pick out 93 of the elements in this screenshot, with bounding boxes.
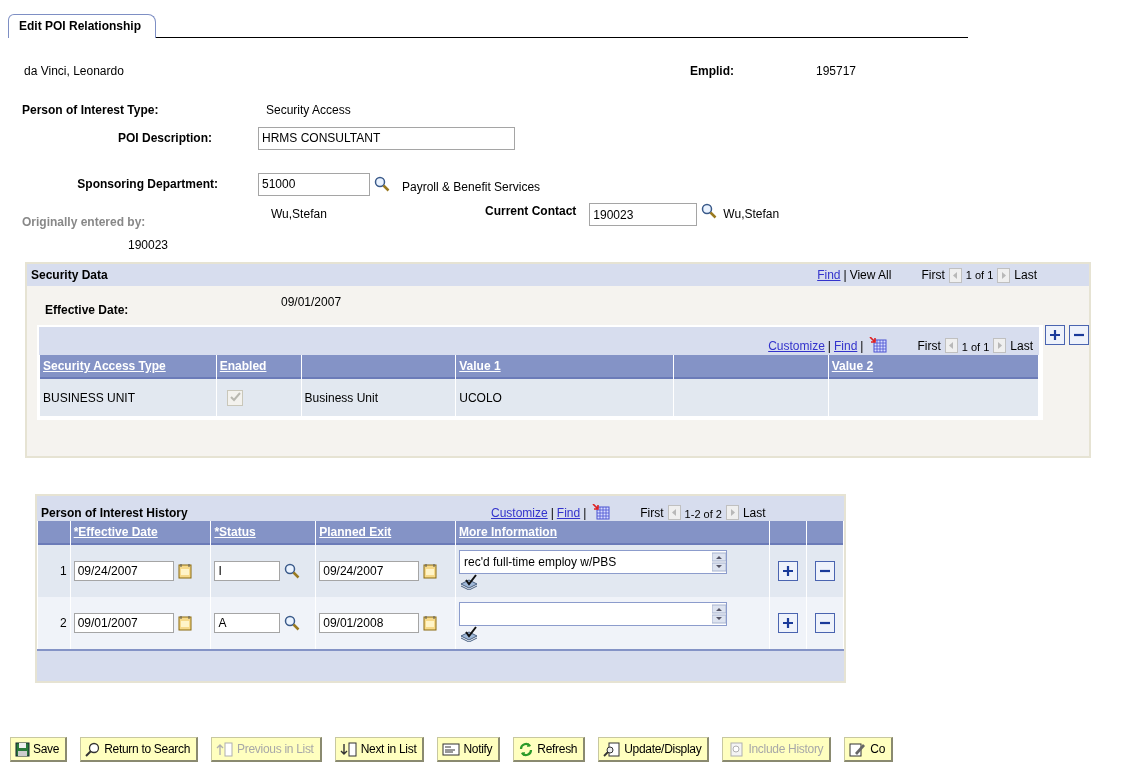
plus-icon (782, 565, 795, 577)
calendar-icon[interactable] (423, 563, 438, 579)
search-icon[interactable] (284, 615, 301, 631)
field-label: Sponsoring Department: (76, 177, 218, 191)
delete-row-button[interactable] (815, 561, 836, 581)
search-icon[interactable] (284, 563, 301, 579)
calendar-icon[interactable] (177, 563, 192, 579)
customize-link[interactable]: Customize (768, 339, 825, 353)
magnifier-icon (85, 741, 102, 757)
magnifier-page-icon (603, 741, 622, 757)
view-all-label: View All (849, 268, 892, 282)
scroll-arrows-icon[interactable] (712, 604, 726, 624)
search-icon[interactable] (374, 176, 390, 192)
toolbar-button[interactable]: Notify (437, 737, 501, 762)
page-tab[interactable]: Edit POI Relationship (8, 14, 156, 38)
separator: | (843, 268, 847, 282)
field-label: Effective Date: (45, 303, 130, 317)
emplid-value: 195717 (816, 64, 857, 78)
search-icon[interactable] (701, 203, 718, 219)
separator: | (860, 339, 864, 353)
add-row-button[interactable] (1045, 325, 1065, 345)
last-label: Last (1010, 339, 1033, 353)
spellcheck-icon[interactable] (459, 626, 479, 642)
entered-by-number: 190023 (128, 238, 169, 252)
last-label: Last (742, 506, 766, 520)
calendar-icon[interactable] (177, 615, 192, 631)
download-grid-icon[interactable] (592, 504, 611, 520)
more-information-field[interactable]: rec'd full-time employ w/PBS (459, 550, 727, 574)
row-number: 2 (60, 616, 67, 630)
delete-row-button[interactable] (1069, 325, 1089, 345)
customize-link[interactable]: Customize (491, 506, 548, 520)
status-field[interactable]: A (214, 613, 281, 633)
find-link[interactable]: Find (556, 506, 581, 520)
toolbar-button[interactable]: Refresh (513, 737, 586, 762)
planned-exit-field[interactable]: 09/01/2008 (319, 613, 420, 633)
contact-name: Wu,Stefan (723, 207, 780, 221)
refresh-icon (518, 741, 535, 757)
department-description: Payroll & Benefit Services (402, 180, 541, 194)
pencil-page-icon (849, 741, 868, 757)
toolbar-button[interactable]: Save (10, 737, 68, 762)
toolbar-button[interactable]: Return to Search (80, 737, 199, 762)
row-count: 1 of 1 (965, 269, 994, 281)
envelope-icon (442, 741, 461, 757)
down-arrow-page-icon (339, 741, 358, 757)
separator: | (827, 339, 831, 353)
field-label: Current Contact (485, 204, 577, 218)
table-cell: UCOLO (459, 390, 502, 405)
scroll-arrows-icon[interactable] (712, 552, 726, 572)
more-information-text: rec'd full-time employ w/PBS (464, 555, 617, 569)
magnifier-page-icon (727, 741, 746, 757)
poi-type-value: Security Access (266, 103, 351, 117)
poi-description-field[interactable]: HRMS CONSULTANT (258, 126, 515, 150)
person-name: da Vinci, Leonardo (24, 64, 125, 78)
more-information-field[interactable] (459, 602, 727, 626)
first-label: First (921, 268, 945, 282)
effective-date-field[interactable]: 09/01/2007 (73, 613, 174, 633)
find-link[interactable]: Find (817, 268, 841, 282)
separator: | (583, 506, 587, 520)
emplid-label: Emplid: (690, 64, 735, 78)
field-label: Originally entered by: (22, 215, 146, 229)
last-label: Last (1014, 268, 1037, 282)
toolbar-button[interactable]: Co (844, 737, 894, 762)
add-row-button[interactable] (778, 613, 799, 633)
current-contact-field[interactable]: 190023 (589, 203, 698, 226)
department-field[interactable]: 51000 (258, 172, 370, 196)
field-label: Person of Interest Type: (22, 103, 160, 117)
calendar-icon[interactable] (423, 615, 438, 631)
toolbar-button[interactable]: Update/Display (598, 737, 710, 762)
row-count: 1-2 of 2 (684, 508, 722, 520)
section-title: Person of Interest History (41, 506, 189, 520)
entered-by-name: Wu,Stefan (271, 207, 328, 221)
delete-row-button[interactable] (815, 613, 836, 633)
section-title: Security Data (31, 268, 109, 282)
toolbar-button[interactable]: Next in List (334, 737, 425, 762)
effective-date-field[interactable]: 09/24/2007 (73, 561, 174, 581)
row-count: 1 of 1 (961, 341, 990, 353)
field-label: POI Description: (117, 131, 212, 145)
table-cell: Business Unit (304, 390, 378, 405)
table-cell: BUSINESS UNIT (43, 390, 135, 405)
add-row-button[interactable] (778, 561, 799, 581)
find-link[interactable]: Find (834, 339, 858, 353)
plus-icon (782, 617, 795, 629)
row-number: 1 (60, 564, 67, 578)
planned-exit-field[interactable]: 09/24/2007 (319, 561, 420, 581)
separator: | (550, 506, 554, 520)
download-grid-icon[interactable] (869, 337, 888, 353)
status-field[interactable]: I (214, 561, 281, 581)
plus-icon (1049, 329, 1061, 341)
first-label: First (917, 339, 941, 353)
first-label: First (640, 506, 664, 520)
up-arrow-page-icon (216, 741, 235, 757)
effective-date-value: 09/01/2007 (281, 295, 342, 309)
spellcheck-icon[interactable] (459, 574, 479, 590)
